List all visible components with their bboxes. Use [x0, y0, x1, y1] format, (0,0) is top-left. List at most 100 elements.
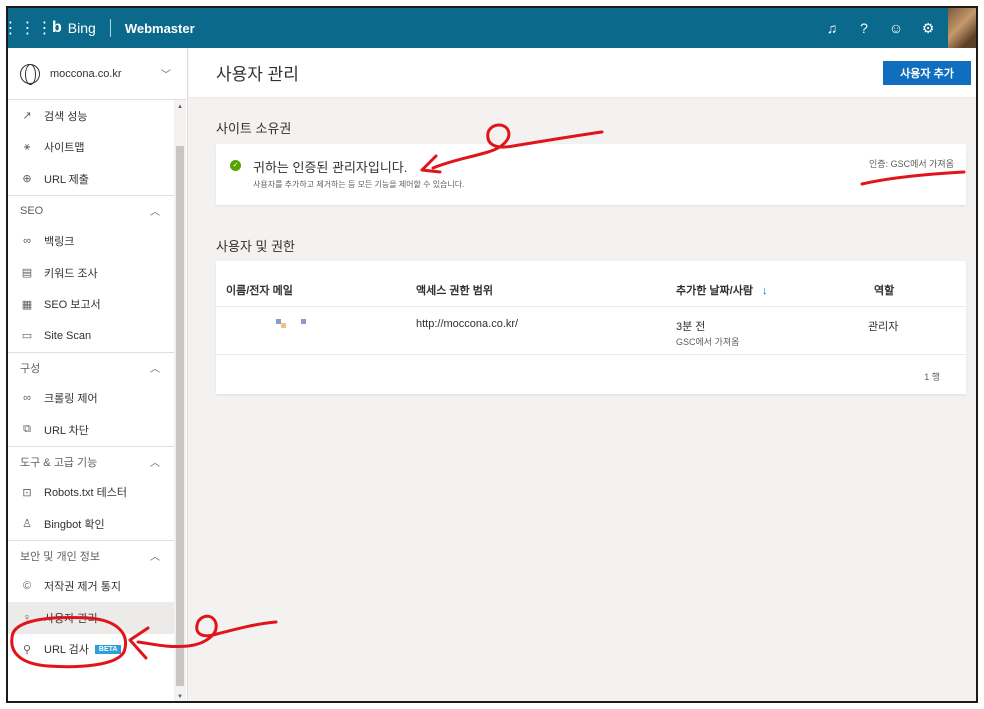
column-header-role[interactable]: 역할: [874, 282, 894, 298]
search-icon: ⚲: [22, 643, 32, 656]
copyright-icon: ©: [22, 580, 32, 593]
column-header-scope[interactable]: 액세스 권한 범위: [416, 282, 493, 298]
section-label: SEO: [20, 204, 44, 217]
sidebar-item-site-scan[interactable]: ▭ Site Scan: [8, 320, 174, 352]
brand[interactable]: b Bing Webmaster: [52, 19, 195, 37]
block-icon: ⧉: [23, 423, 31, 436]
sidebar-item-label: 사이트맵: [44, 142, 85, 155]
ownership-card: ✓ 귀하는 인증된 관리자입니다. 사용자를 추가하고 제거하는 등 모든 기능…: [216, 144, 966, 205]
sidebar-item-label: Bingbot 확인: [44, 518, 105, 531]
globe-icon: ⊕: [22, 173, 32, 186]
sort-arrow-icon: ↓: [762, 285, 768, 297]
app-launcher-icon[interactable]: ⋮⋮⋮: [8, 8, 53, 48]
date-added: 3분 전: [676, 321, 706, 333]
robots-icon: ⊡: [22, 486, 32, 499]
top-actions: ♫ ? ☺ ⚙: [816, 8, 976, 48]
sidebar-item-label: 사용자 관리: [44, 612, 98, 625]
gear-icon[interactable]: ⚙: [912, 20, 944, 37]
bot-icon: ♙: [22, 518, 32, 531]
user-avatar: [276, 319, 306, 328]
users-icon: ♀: [22, 611, 32, 624]
users-section-title: 사용자 및 권한: [216, 239, 295, 254]
users-table: 이름/전자 메일 액세스 권한 범위 추가한 날짜/사람 ↓ 역할 http:/…: [216, 261, 966, 394]
section-seo[interactable]: SEO ︿: [8, 194, 174, 226]
column-header-added-label: 추가한 날짜/사람: [676, 285, 753, 297]
document-icon: ▤: [21, 267, 33, 280]
sidebar-item-seo-reports[interactable]: ▦ SEO 보고서: [8, 289, 174, 321]
sidebar-item-url-submission[interactable]: ⊕ URL 제출: [8, 163, 174, 195]
section-label: 구성: [20, 362, 41, 375]
section-label: 보안 및 개인 정보: [20, 550, 101, 563]
page-title: 사용자 관리: [216, 65, 299, 84]
sidebar-item-label: 백링크: [44, 236, 75, 249]
scroll-down-icon[interactable]: ▼: [177, 694, 183, 700]
scroll-up-icon[interactable]: ▲: [177, 104, 183, 110]
brand-divider: [109, 19, 111, 37]
chevron-up-icon: ︿: [150, 364, 160, 375]
beta-badge: BETA: [94, 644, 122, 654]
added-by: GSC에서 가져옴: [676, 337, 740, 347]
report-icon: ▦: [21, 298, 33, 311]
sidebar-item-crawl-control[interactable]: ∞ 크롤링 제어: [8, 383, 174, 415]
sidebar-item-backlinks[interactable]: ∞ 백링크: [8, 226, 174, 258]
sidebar-item-search-performance[interactable]: ↗ 검색 성능: [8, 100, 174, 132]
avatar[interactable]: [948, 8, 976, 48]
row-divider: [216, 354, 966, 355]
sidebar-item-label: Site Scan: [44, 329, 92, 342]
sidebar-item-label: 검색 성능: [44, 110, 88, 123]
sidebar-item-bingbot-verify[interactable]: ♙ Bingbot 확인: [8, 508, 174, 540]
site-name: moccona.co.kr: [50, 67, 122, 80]
page-header: 사용자 관리 사용자 추가: [189, 48, 976, 98]
sidebar-item-label: URL 검사: [44, 644, 89, 657]
add-user-button[interactable]: 사용자 추가: [883, 60, 971, 85]
product-name: Webmaster: [124, 20, 195, 36]
main-content: 사용자 관리 사용자 추가 사이트 소유권 ✓ 귀하는 인증된 관리자입니다. …: [189, 48, 976, 701]
verification-source: 인증: GSC에서 가져옴: [869, 159, 954, 169]
column-header-added[interactable]: 추가한 날짜/사람 ↓: [676, 282, 768, 298]
site-selector[interactable]: moccona.co.kr ﹀: [8, 48, 187, 100]
sidebar-item-robots-tester[interactable]: ⊡ Robots.txt 테스터: [8, 477, 174, 509]
sidebar: moccona.co.kr ﹀ ↗ 검색 성능 ⚹ 사이트맵 ⊕ URL 제출 …: [8, 48, 188, 701]
chevron-up-icon: ︿: [150, 458, 160, 469]
section-security[interactable]: 보안 및 개인 정보 ︿: [8, 539, 174, 571]
brand-name: Bing: [67, 20, 96, 36]
ownership-section-title: 사이트 소유권: [216, 121, 292, 136]
sidebar-item-url-inspection[interactable]: ⚲ URL 검사 BETA: [8, 634, 174, 666]
app-window: ⋮⋮⋮ b Bing Webmaster ♫ ? ☺ ⚙ moccona.co.…: [6, 6, 978, 703]
bell-icon[interactable]: ♫: [816, 20, 848, 36]
globe-icon: [20, 63, 40, 85]
check-icon: ✓: [230, 160, 241, 171]
sitemap-icon: ⚹: [23, 140, 31, 153]
access-scope: http://moccona.co.kr/: [416, 318, 519, 330]
top-bar: ⋮⋮⋮ b Bing Webmaster ♫ ? ☺ ⚙: [8, 8, 976, 48]
sidebar-item-block-urls[interactable]: ⧉ URL 차단: [8, 414, 174, 446]
help-icon[interactable]: ?: [848, 20, 880, 36]
link-icon: ∞: [23, 392, 31, 405]
scan-icon: ▭: [21, 330, 33, 343]
sidebar-item-label: 키워드 조사: [44, 267, 98, 280]
section-label: 도구 & 고급 기능: [20, 456, 98, 469]
sidebar-item-label: Robots.txt 테스터: [44, 487, 127, 500]
sidebar-item-keyword-research[interactable]: ▤ 키워드 조사: [8, 257, 174, 289]
sidebar-item-user-management[interactable]: ♀ 사용자 관리: [8, 602, 174, 634]
sidebar-item-label: URL 제출: [44, 173, 89, 186]
chevron-up-icon: ︿: [150, 552, 160, 563]
section-config[interactable]: 구성 ︿: [8, 351, 174, 383]
row-count: 1 행: [924, 372, 940, 382]
sidebar-item-copyright-removal[interactable]: © 저작권 제거 통지: [8, 571, 174, 603]
sidebar-item-sitemaps[interactable]: ⚹ 사이트맵: [8, 132, 174, 164]
sidebar-scrollbar-thumb[interactable]: [176, 146, 184, 686]
smiley-icon[interactable]: ☺: [880, 20, 912, 36]
link-icon: ∞: [23, 235, 31, 248]
ownership-subtitle: 사용자를 추가하고 제거하는 등 모든 기능을 제어할 수 있습니다.: [253, 180, 465, 189]
user-role: 관리자: [868, 321, 899, 333]
row-divider: [216, 306, 966, 307]
sidebar-item-label: SEO 보고서: [44, 299, 101, 312]
chevron-down-icon: ﹀: [161, 70, 171, 81]
column-header-name[interactable]: 이름/전자 메일: [226, 282, 293, 298]
chart-icon: ↗: [22, 110, 32, 123]
section-tools[interactable]: 도구 & 고급 기능 ︿: [8, 445, 174, 477]
sidebar-item-label: URL 차단: [44, 424, 89, 437]
bing-logo-icon: b: [52, 19, 62, 36]
ownership-title: 귀하는 인증된 관리자입니다.: [253, 160, 408, 175]
